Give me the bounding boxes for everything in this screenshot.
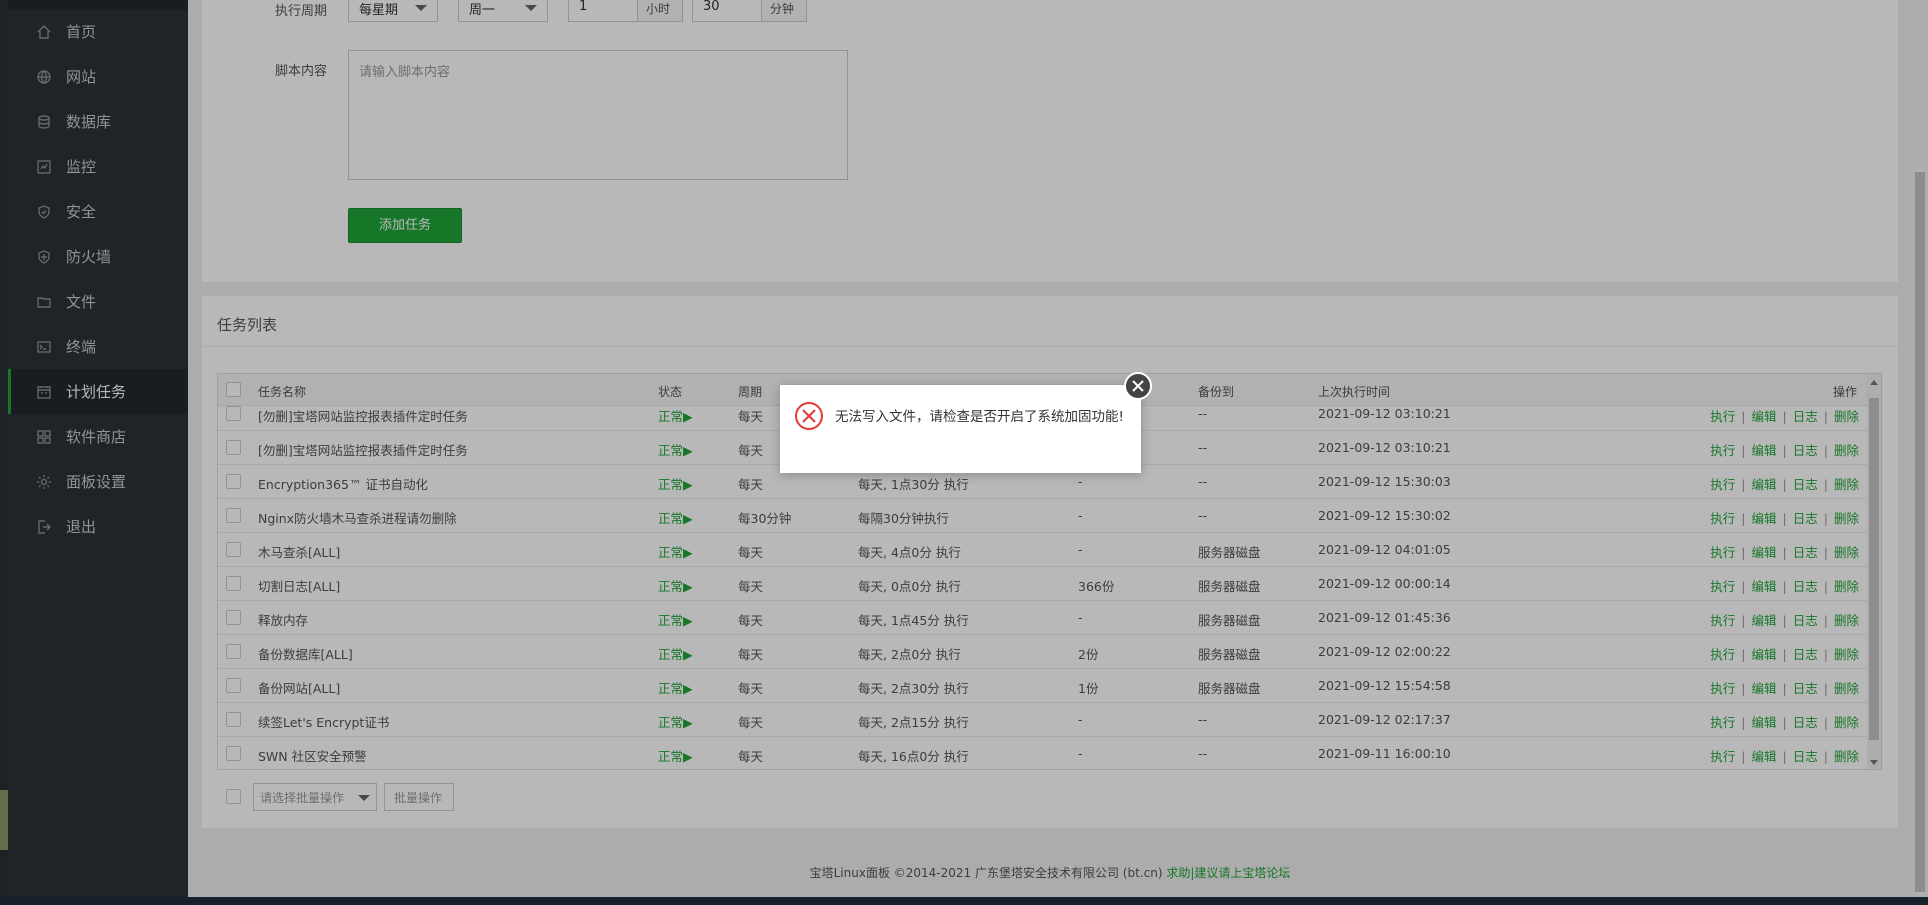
error-icon [795, 402, 823, 430]
toast-message: 无法写入文件，请检查是否开启了系统加固功能! [835, 409, 1124, 425]
error-toast: 无法写入文件，请检查是否开启了系统加固功能! [780, 372, 1152, 473]
close-button[interactable] [1124, 372, 1152, 400]
close-icon [1132, 380, 1144, 392]
app-root: 首页 网站 数据库 监控 安全 防火墙 文件 终端 计划任务 软件商店 面板设置 退出 执行周期 每星… [0, 0, 1928, 905]
